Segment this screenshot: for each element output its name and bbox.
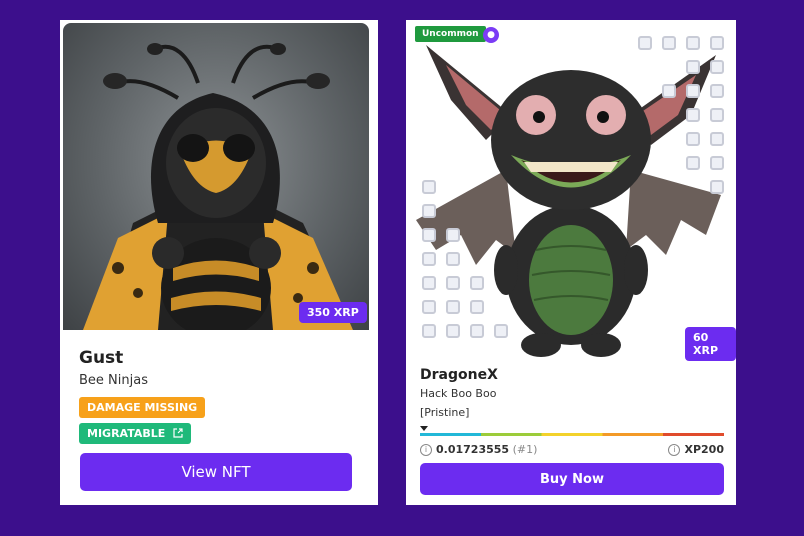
rarity-badge: Uncommon: [415, 26, 486, 42]
score-value: 0.01723555: [436, 443, 510, 456]
bee-ninja-illustration: [83, 43, 353, 330]
rank-value: (#1): [512, 443, 538, 456]
rarity-trait-square: [710, 108, 724, 122]
damage-missing-label: DAMAGE MISSING: [87, 401, 198, 414]
info-icon[interactable]: i: [420, 444, 432, 456]
rarity-trait-square: [686, 132, 700, 146]
rarity-trait-square: [470, 300, 484, 314]
rarity-bar: [420, 433, 724, 436]
rarity-trait-square: [470, 276, 484, 290]
rarity-trait-square: [686, 108, 700, 122]
nft-name: DragoneX: [420, 367, 498, 383]
nft-card-dragonex[interactable]: Uncommon ● 60 XRP DragoneX Hack Boo Boo …: [406, 20, 736, 505]
info-icon[interactable]: i: [668, 444, 681, 456]
nft-name: Gust: [79, 348, 124, 368]
rarity-trait-square: [446, 276, 460, 290]
rarity-trait-square: [422, 204, 436, 218]
rarity-trait-square: [422, 180, 436, 194]
rarity-trait-square: [686, 156, 700, 170]
nft-image-dragonex[interactable]: [406, 20, 736, 372]
rarity-trait-square: [446, 324, 460, 338]
rarity-trait-square: [422, 276, 436, 290]
rarity-trait-square: [710, 156, 724, 170]
rarity-marker: [420, 426, 428, 431]
rarity-trait-square: [422, 300, 436, 314]
rarity-trait-square: [422, 324, 436, 338]
rarity-trait-square: [422, 228, 436, 242]
rarity-trait-square: [446, 252, 460, 266]
view-nft-button[interactable]: View NFT: [80, 453, 352, 491]
score-row: i 0.01723555 (#1): [420, 443, 537, 456]
xp-row: i XP200: [668, 443, 724, 456]
price-tag: 350 XRP: [299, 302, 367, 323]
rarity-trait-square: [662, 36, 676, 50]
rarity-trait-square: [710, 36, 724, 50]
collection-name[interactable]: Bee Ninjas: [79, 373, 148, 388]
rarity-trait-square: [686, 60, 700, 74]
location-pin-icon[interactable]: ●: [483, 27, 499, 43]
rarity-trait-square: [710, 132, 724, 146]
rarity-trait-square: [470, 324, 484, 338]
xp-value: XP200: [684, 443, 724, 456]
rarity-trait-square: [710, 60, 724, 74]
rarity-trait-square: [662, 84, 676, 98]
nft-card-gust[interactable]: 350 XRP Gust Bee Ninjas DAMAGE MISSING M…: [60, 20, 378, 505]
migratable-badge[interactable]: MIGRATABLE: [79, 423, 192, 444]
migratable-label: MIGRATABLE: [87, 427, 166, 440]
price-tag: 60 XRP: [685, 327, 736, 361]
rarity-trait-square: [494, 324, 508, 338]
rarity-trait-square: [686, 84, 700, 98]
rarity-trait-square: [422, 252, 436, 266]
external-link-icon: [173, 428, 183, 438]
buy-now-button[interactable]: Buy Now: [420, 463, 724, 495]
nft-image-bee-ninja[interactable]: 350 XRP: [63, 23, 369, 330]
rarity-trait-square: [446, 300, 460, 314]
damage-missing-badge: DAMAGE MISSING: [79, 397, 206, 418]
rarity-trait-square: [686, 36, 700, 50]
rarity-trait-square: [710, 180, 724, 194]
collection-name[interactable]: Hack Boo Boo: [420, 387, 496, 400]
rarity-trait-square: [710, 84, 724, 98]
condition-label: [Pristine]: [420, 406, 470, 419]
rarity-trait-square: [446, 228, 460, 242]
rarity-trait-square: [638, 36, 652, 50]
